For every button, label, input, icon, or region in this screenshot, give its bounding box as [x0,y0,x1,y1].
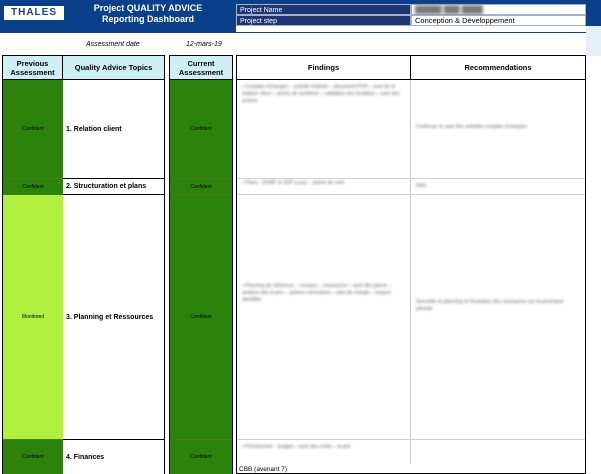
assessment-date-value[interactable]: 12-mars-19 [186,41,222,48]
project-name-cell[interactable]: █████ ███ ████ [411,4,586,15]
current-status-finances[interactable]: Confident [170,440,232,474]
findings-cell-planning[interactable]: ▪ Planning de référence – charges – ress… [237,195,411,440]
previous-assessment-header: Previous Assessment [3,56,63,80]
topic-finances: 4. Finances [63,440,164,474]
recommendations-text: Continuer le suivi des activités comptes… [416,124,527,130]
topic-structuration-plans: 2. Structuration et plans [63,179,164,195]
findings-header: Findings [237,56,411,80]
quality-topics-header: Quality Advice Topics [63,56,164,80]
current-assessment-header: Current Assessment [170,56,232,80]
findings-cell-relation-client[interactable]: ▪ Comptes échangés – activité réalisée –… [237,80,411,179]
previous-status-relation-client[interactable]: Confident [3,80,63,179]
recommendations-text: Surveiller le planning et l'évolution de… [416,299,564,312]
recommendations-cell-relation-client[interactable]: Continuer le suivi des activités comptes… [411,80,585,179]
thales-logo: THALES [4,6,64,20]
previous-status-structuration[interactable]: Confident [3,179,63,195]
topic-relation-client: 1. Relation client [63,80,164,179]
finances-note: CBB (avenant 7) [239,466,288,473]
current-status-structuration[interactable]: Confident [170,179,232,195]
findings-text: ▪ Prévisionnel – budget – suivi des coût… [242,444,351,450]
findings-cell-finances[interactable]: ▪ Prévisionnel – budget – suivi des coût… [237,440,411,464]
dashboard-title-line2: Reporting Dashboard [101,14,194,24]
project-name-label: Project Name [236,4,411,15]
findings-text: ▪ Comptes échangés – activité réalisée –… [242,84,400,104]
recommendations-header: Recommendations [411,56,585,80]
findings-cell-structuration[interactable]: ▪ Plans : SDMP et SDP à jour – points de… [237,179,411,195]
topic-planning-ressources: 3. Planning et Ressources [63,195,164,440]
sheet-edge [586,26,601,56]
current-status-planning[interactable]: Confident [170,195,232,440]
assessment-date-label: Assessment date [86,41,140,48]
recommendations-cell-finances[interactable] [411,440,585,474]
previous-status-planning[interactable]: Monitored [3,195,63,440]
project-step-value[interactable]: Conception & Développement [411,15,586,26]
header-spacer [236,26,586,32]
previous-status-finances[interactable]: Confident [3,440,63,474]
findings-text: ▪ Planning de référence – charges – ress… [242,283,392,303]
project-step-label: Project step [236,15,411,26]
current-status-relation-client[interactable]: Confident [170,80,232,179]
findings-text: ▪ Plans : SDMP et SDP à jour – points de… [242,180,345,186]
project-name-value: █████ ███ ████ [415,5,483,14]
recommendations-text: RAS [416,183,427,189]
dashboard-title-line1: Project QUALITY ADVICE [93,3,203,13]
recommendations-cell-planning[interactable]: Surveiller le planning et l'évolution de… [411,195,585,440]
recommendations-cell-structuration[interactable]: RAS [411,179,585,195]
